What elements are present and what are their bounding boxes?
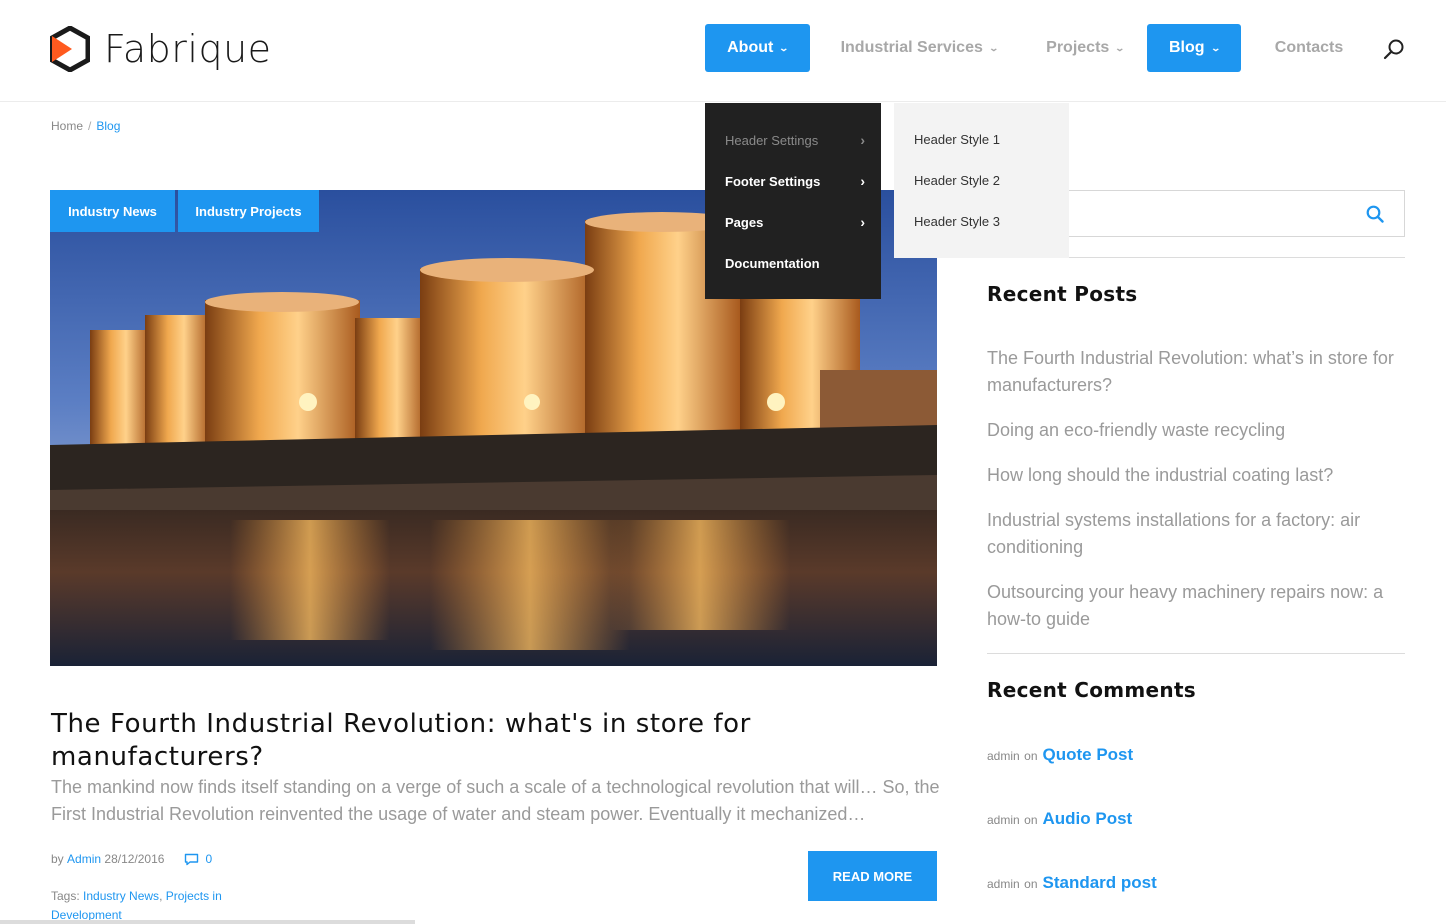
post-date: 28/12/2016 xyxy=(104,852,165,866)
tags-label: Tags: xyxy=(51,889,80,903)
recent-post-link[interactable]: Outsourcing your heavy machinery repairs… xyxy=(987,579,1405,633)
comment-post-link[interactable]: Standard post xyxy=(1043,873,1157,893)
recent-posts-title: Recent Posts xyxy=(987,282,1138,306)
menu-item-header-settings[interactable]: Header Settings › xyxy=(725,130,865,150)
comment-post-link[interactable]: Quote Post xyxy=(1043,745,1134,765)
category-tag-industry-news[interactable]: Industry News xyxy=(50,190,175,232)
header-settings-submenu: Header Style 1 Header Style 2 Header Sty… xyxy=(894,103,1069,258)
nav-label: Blog xyxy=(1168,39,1205,56)
recent-post-link[interactable]: The Fourth Industrial Revolution: what’s… xyxy=(987,345,1405,399)
logo-text: Fabrique xyxy=(104,27,272,71)
recent-comment-item: admin on Audio Post xyxy=(987,809,1132,829)
menu-item-documentation[interactable]: Documentation xyxy=(725,253,865,273)
chevron-right-icon: › xyxy=(860,173,865,189)
comment-on-label: on xyxy=(1024,877,1038,891)
post-by-label: by xyxy=(51,852,64,866)
post-author-link[interactable]: Admin xyxy=(67,852,101,866)
tag-link[interactable]: Industry News xyxy=(83,889,159,903)
chevron-down-icon: ⌄ xyxy=(988,42,999,53)
comment-author: admin xyxy=(987,813,1020,827)
read-more-button[interactable]: READ MORE xyxy=(808,851,937,901)
logo[interactable]: Fabrique xyxy=(50,26,272,72)
breadcrumb-home[interactable]: Home xyxy=(51,119,83,133)
comment-author: admin xyxy=(987,877,1020,891)
about-dropdown-menu: Header Settings › Footer Settings › Page… xyxy=(705,103,881,299)
nav-item-about[interactable]: About ⌄ xyxy=(705,24,810,72)
menu-item-label: Header Settings xyxy=(725,132,819,148)
sidebar-divider xyxy=(987,653,1405,654)
nav-item-industrial-services[interactable]: Industrial Services ⌄ xyxy=(831,24,1007,72)
category-tag-industry-projects[interactable]: Industry Projects xyxy=(178,190,319,232)
nav-label: Industrial Services xyxy=(840,39,983,56)
breadcrumb: Home / Blog xyxy=(51,119,120,133)
comment-post-link[interactable]: Audio Post xyxy=(1043,809,1133,829)
recent-post-link[interactable]: Industrial systems installations for a f… xyxy=(987,507,1405,561)
chevron-down-icon: ⌄ xyxy=(1114,42,1126,53)
post-tags: Tags: Industry News, Projects in Develop… xyxy=(51,889,222,922)
menu-item-label: Documentation xyxy=(725,255,820,271)
post-meta: by Admin 28/12/2016 0 xyxy=(51,852,212,866)
recent-post-link[interactable]: Doing an eco-friendly waste recycling xyxy=(987,417,1405,444)
menu-item-footer-settings[interactable]: Footer Settings › xyxy=(725,171,865,191)
nav-label: About xyxy=(727,39,774,56)
comment-on-label: on xyxy=(1024,813,1038,827)
chevron-down-icon: ⌄ xyxy=(778,42,790,53)
recent-post-link[interactable]: How long should the industrial coating l… xyxy=(987,462,1405,489)
site-header: Fabrique About ⌄ Industrial Services ⌄ Pro… xyxy=(0,0,1446,102)
nav-label: Projects xyxy=(1046,39,1110,56)
comment-count-value: 0 xyxy=(205,852,213,866)
logo-mark-icon xyxy=(50,26,90,72)
submenu-item-header-style-1[interactable]: Header Style 1 xyxy=(914,132,1000,147)
post-title[interactable]: The Fourth Industrial Revolution: what's… xyxy=(51,708,811,774)
chevron-right-icon: › xyxy=(860,132,865,148)
search-icon[interactable] xyxy=(1383,38,1405,60)
nav-item-blog[interactable]: Blog ⌄ xyxy=(1147,24,1241,72)
post-excerpt: The mankind now finds itself standing on… xyxy=(51,777,940,824)
chevron-right-icon: › xyxy=(860,214,865,230)
menu-item-label: Footer Settings xyxy=(725,173,821,189)
chevron-down-icon: ⌄ xyxy=(1209,42,1221,53)
recent-comment-item: admin on Quote Post xyxy=(987,745,1133,765)
menu-item-pages[interactable]: Pages › xyxy=(725,212,865,232)
nav-item-projects[interactable]: Projects ⌄ xyxy=(1037,24,1133,72)
breadcrumb-current[interactable]: Blog xyxy=(96,119,120,133)
comment-on-label: on xyxy=(1024,749,1038,763)
menu-item-label: Pages xyxy=(725,214,764,230)
comment-icon xyxy=(185,853,199,865)
recent-comments-title: Recent Comments xyxy=(987,678,1197,702)
recent-comment-item: admin on Standard post xyxy=(987,873,1157,893)
nav-label: Contacts xyxy=(1274,39,1344,56)
search-icon[interactable] xyxy=(1366,205,1384,228)
comment-author: admin xyxy=(987,749,1020,763)
comment-count[interactable]: 0 xyxy=(184,852,212,866)
breadcrumb-separator: / xyxy=(88,119,92,133)
horizontal-scrollbar[interactable] xyxy=(0,920,415,924)
submenu-item-header-style-2[interactable]: Header Style 2 xyxy=(914,173,1000,188)
nav-item-contacts[interactable]: Contacts xyxy=(1265,24,1353,72)
submenu-item-header-style-3[interactable]: Header Style 3 xyxy=(914,214,1000,229)
